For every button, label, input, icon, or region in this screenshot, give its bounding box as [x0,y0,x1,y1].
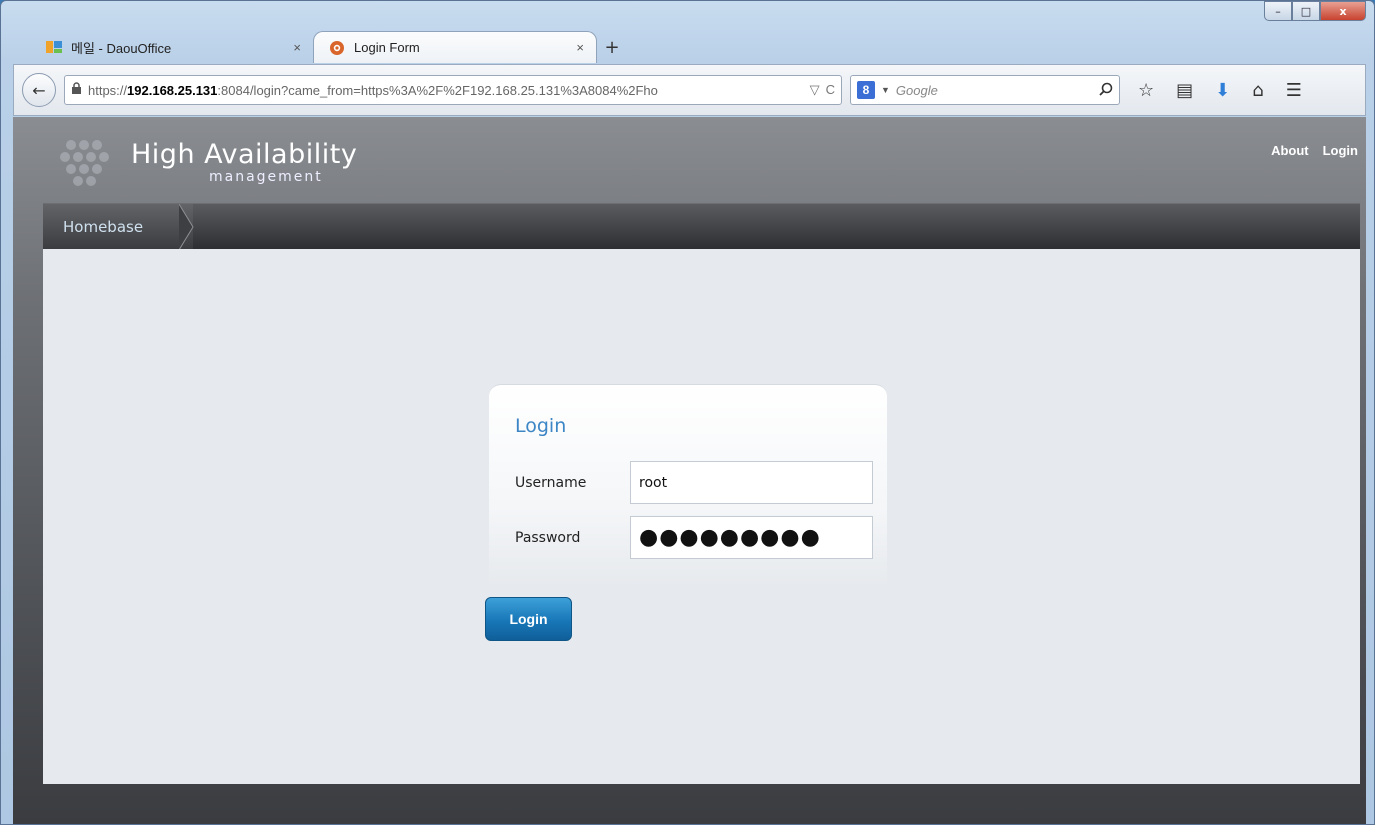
close-tab-icon[interactable]: × [576,40,584,55]
reload-icon[interactable]: C [826,82,835,98]
page-viewport: High Availability management About Login… [13,117,1366,824]
back-button[interactable]: ← [22,73,56,107]
login-panel: Login Username Password [489,384,887,589]
browser-window: – □ x 메일 - DaouOffice × Login Form × + ←… [0,0,1375,825]
app-header: High Availability management About Login [13,117,1366,203]
brand-subtitle: management [209,168,323,185]
maximize-button[interactable]: □ [1292,1,1320,21]
password-row: Password [515,516,873,559]
lock-icon [71,82,82,98]
home-icon[interactable]: ⌂ [1252,80,1263,101]
tab-strip: 메일 - DaouOffice × Login Form × + [31,27,627,63]
username-input[interactable] [630,461,873,504]
login-link[interactable]: Login [1323,143,1358,158]
login-title: Login [515,415,567,437]
gear-icon [328,39,346,57]
breadcrumb-item-homebase[interactable]: Homebase [43,204,193,250]
main-content: Login Username Password [43,249,1360,784]
brand-title: High Availability [131,138,358,170]
url-path: :8084/login?came_from=https%3A%2F%2F192.… [217,82,658,98]
dropdown-arrow-icon[interactable]: ▽ [810,82,820,98]
password-label: Password [515,529,581,546]
tab-daouoffice[interactable]: 메일 - DaouOffice × [31,31,313,63]
window-controls: – □ x [1264,1,1366,21]
url-prefix: https:// [88,82,128,98]
new-tab-button[interactable]: + [597,31,627,63]
username-row: Username [515,461,873,504]
breadcrumb: Homebase [43,203,1360,250]
tab-login-form[interactable]: Login Form × [313,31,597,63]
close-tab-icon[interactable]: × [293,40,301,55]
reading-list-icon[interactable]: ▤ [1176,80,1193,101]
download-icon[interactable]: ⬇ [1215,80,1230,101]
minimize-button[interactable]: – [1264,1,1292,21]
brand: High Availability management [53,131,357,193]
url-bar[interactable]: https://192.168.25.131:8084/login?came_f… [64,75,842,105]
bookmark-star-icon[interactable]: ☆ [1138,80,1154,101]
url-host: 192.168.25.131 [127,82,218,98]
navigation-bar: ← https://192.168.25.131:8084/login?came… [13,64,1366,116]
chevron-down-icon[interactable]: ▼ [881,85,890,95]
hexagon-logo-icon [60,140,109,186]
username-label: Username [515,474,587,491]
search-icon[interactable] [1099,82,1113,99]
search-input[interactable] [895,82,1093,98]
close-window-button[interactable]: x [1320,1,1366,21]
toolbar-icons: ☆ ▤ ⬇ ⌂ ☰ [1138,80,1302,101]
menu-icon[interactable]: ☰ [1286,80,1302,101]
search-bar[interactable]: 8 ▼ [850,75,1120,105]
login-button[interactable]: Login [485,597,572,641]
search-engine-icon[interactable]: 8 [857,81,875,99]
url-text: https://192.168.25.131:8084/login?came_f… [88,83,804,98]
about-link[interactable]: About [1271,143,1309,158]
top-links: About Login [1271,143,1358,158]
tab-title: Login Form [354,40,420,55]
breadcrumb-separator-icon [179,204,194,250]
daou-icon [45,38,63,56]
password-input[interactable] [630,516,873,559]
tab-title: 메일 - DaouOffice [71,40,172,56]
